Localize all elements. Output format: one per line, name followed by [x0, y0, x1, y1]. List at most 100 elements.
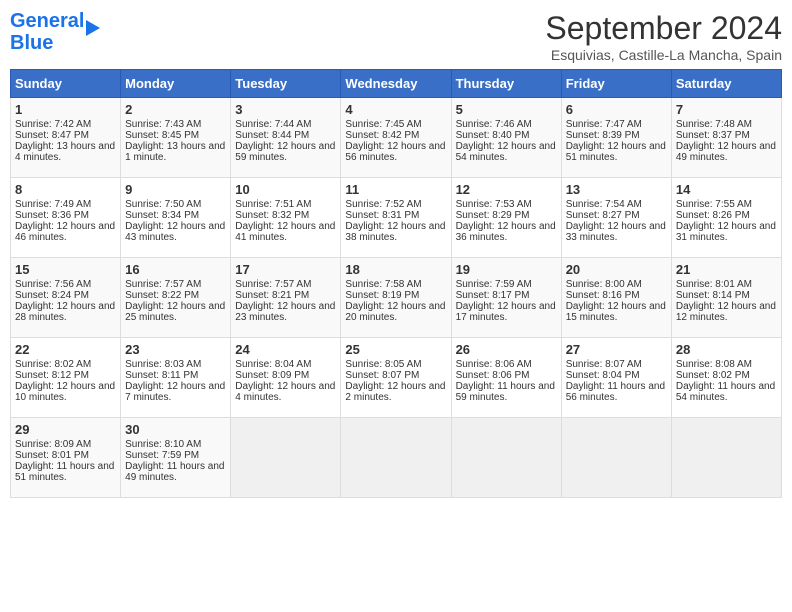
- daylight-label: Daylight: 12 hours and 56 minutes.: [345, 141, 445, 163]
- daylight-label: Daylight: 13 hours and 1 minute.: [125, 141, 225, 163]
- header-row: Sunday Monday Tuesday Wednesday Thursday…: [11, 70, 782, 98]
- sunrise-label: Sunrise: 7:52 AM: [345, 199, 421, 210]
- daylight-label: Daylight: 12 hours and 41 minutes.: [235, 221, 335, 243]
- calendar-cell: 12 Sunrise: 7:53 AM Sunset: 8:29 PM Dayl…: [451, 178, 561, 258]
- daylight-label: Daylight: 12 hours and 59 minutes.: [235, 141, 335, 163]
- sunset-label: Sunset: 8:42 PM: [345, 130, 419, 141]
- sunset-label: Sunset: 8:22 PM: [125, 290, 199, 301]
- sunrise-label: Sunrise: 7:49 AM: [15, 199, 91, 210]
- day-number: 25: [345, 342, 446, 357]
- day-number: 29: [15, 422, 116, 437]
- sunrise-label: Sunrise: 7:53 AM: [456, 199, 532, 210]
- day-number: 13: [566, 182, 667, 197]
- logo: GeneralBlue: [10, 10, 100, 54]
- daylight-label: Daylight: 12 hours and 15 minutes.: [566, 301, 666, 323]
- sunset-label: Sunset: 8:27 PM: [566, 210, 640, 221]
- daylight-label: Daylight: 12 hours and 25 minutes.: [125, 301, 225, 323]
- location-subtitle: Esquivias, Castille-La Mancha, Spain: [545, 47, 782, 63]
- daylight-label: Daylight: 12 hours and 49 minutes.: [676, 141, 776, 163]
- day-number: 12: [456, 182, 557, 197]
- sunrise-label: Sunrise: 7:42 AM: [15, 119, 91, 130]
- month-title: September 2024: [545, 10, 782, 47]
- sunset-label: Sunset: 8:07 PM: [345, 370, 419, 381]
- th-saturday: Saturday: [671, 70, 781, 98]
- sunset-label: Sunset: 8:09 PM: [235, 370, 309, 381]
- th-thursday: Thursday: [451, 70, 561, 98]
- calendar-cell: 13 Sunrise: 7:54 AM Sunset: 8:27 PM Dayl…: [561, 178, 671, 258]
- sunrise-label: Sunrise: 7:44 AM: [235, 119, 311, 130]
- sunrise-label: Sunrise: 7:51 AM: [235, 199, 311, 210]
- sunset-label: Sunset: 8:06 PM: [456, 370, 530, 381]
- day-number: 11: [345, 182, 446, 197]
- sunrise-label: Sunrise: 7:54 AM: [566, 199, 642, 210]
- day-number: 22: [15, 342, 116, 357]
- sunset-label: Sunset: 8:02 PM: [676, 370, 750, 381]
- calendar-cell: 20 Sunrise: 8:00 AM Sunset: 8:16 PM Dayl…: [561, 258, 671, 338]
- sunrise-label: Sunrise: 8:02 AM: [15, 359, 91, 370]
- day-number: 20: [566, 262, 667, 277]
- day-number: 30: [125, 422, 226, 437]
- calendar-cell: 23 Sunrise: 8:03 AM Sunset: 8:11 PM Dayl…: [121, 338, 231, 418]
- sunset-label: Sunset: 8:01 PM: [15, 450, 89, 461]
- calendar-cell: 22 Sunrise: 8:02 AM Sunset: 8:12 PM Dayl…: [11, 338, 121, 418]
- day-number: 26: [456, 342, 557, 357]
- sunset-label: Sunset: 8:32 PM: [235, 210, 309, 221]
- day-number: 5: [456, 102, 557, 117]
- daylight-label: Daylight: 12 hours and 4 minutes.: [235, 381, 335, 403]
- day-number: 10: [235, 182, 336, 197]
- calendar-cell: 27 Sunrise: 8:07 AM Sunset: 8:04 PM Dayl…: [561, 338, 671, 418]
- calendar-cell: 3 Sunrise: 7:44 AM Sunset: 8:44 PM Dayli…: [231, 98, 341, 178]
- th-tuesday: Tuesday: [231, 70, 341, 98]
- calendar-body: 1 Sunrise: 7:42 AM Sunset: 8:47 PM Dayli…: [11, 98, 782, 498]
- daylight-label: Daylight: 11 hours and 56 minutes.: [566, 381, 665, 403]
- sunset-label: Sunset: 8:40 PM: [456, 130, 530, 141]
- sunset-label: Sunset: 8:45 PM: [125, 130, 199, 141]
- daylight-label: Daylight: 12 hours and 33 minutes.: [566, 221, 666, 243]
- calendar-cell: 16 Sunrise: 7:57 AM Sunset: 8:22 PM Dayl…: [121, 258, 231, 338]
- day-number: 2: [125, 102, 226, 117]
- sunrise-label: Sunrise: 7:57 AM: [235, 279, 311, 290]
- sunrise-label: Sunrise: 8:00 AM: [566, 279, 642, 290]
- calendar-week-5: 29 Sunrise: 8:09 AM Sunset: 8:01 PM Dayl…: [11, 418, 782, 498]
- calendar-cell: 6 Sunrise: 7:47 AM Sunset: 8:39 PM Dayli…: [561, 98, 671, 178]
- daylight-label: Daylight: 12 hours and 2 minutes.: [345, 381, 445, 403]
- calendar-cell: 28 Sunrise: 8:08 AM Sunset: 8:02 PM Dayl…: [671, 338, 781, 418]
- day-number: 17: [235, 262, 336, 277]
- daylight-label: Daylight: 12 hours and 46 minutes.: [15, 221, 115, 243]
- sunrise-label: Sunrise: 7:46 AM: [456, 119, 532, 130]
- day-number: 9: [125, 182, 226, 197]
- calendar-cell: 25 Sunrise: 8:05 AM Sunset: 8:07 PM Dayl…: [341, 338, 451, 418]
- day-number: 18: [345, 262, 446, 277]
- sunrise-label: Sunrise: 7:45 AM: [345, 119, 421, 130]
- daylight-label: Daylight: 11 hours and 49 minutes.: [125, 461, 224, 483]
- sunrise-label: Sunrise: 8:04 AM: [235, 359, 311, 370]
- sunrise-label: Sunrise: 8:09 AM: [15, 439, 91, 450]
- daylight-label: Daylight: 12 hours and 54 minutes.: [456, 141, 556, 163]
- th-friday: Friday: [561, 70, 671, 98]
- calendar-cell: [341, 418, 451, 498]
- calendar-cell: 4 Sunrise: 7:45 AM Sunset: 8:42 PM Dayli…: [341, 98, 451, 178]
- sunrise-label: Sunrise: 8:05 AM: [345, 359, 421, 370]
- calendar-cell: 9 Sunrise: 7:50 AM Sunset: 8:34 PM Dayli…: [121, 178, 231, 258]
- day-number: 16: [125, 262, 226, 277]
- title-block: September 2024 Esquivias, Castille-La Ma…: [545, 10, 782, 63]
- calendar-cell: [451, 418, 561, 498]
- sunrise-label: Sunrise: 7:56 AM: [15, 279, 91, 290]
- calendar-week-1: 1 Sunrise: 7:42 AM Sunset: 8:47 PM Dayli…: [11, 98, 782, 178]
- sunset-label: Sunset: 8:36 PM: [15, 210, 89, 221]
- sunrise-label: Sunrise: 7:59 AM: [456, 279, 532, 290]
- sunset-label: Sunset: 8:47 PM: [15, 130, 89, 141]
- day-number: 19: [456, 262, 557, 277]
- sunset-label: Sunset: 7:59 PM: [125, 450, 199, 461]
- sunrise-label: Sunrise: 7:57 AM: [125, 279, 201, 290]
- daylight-label: Daylight: 11 hours and 59 minutes.: [456, 381, 555, 403]
- sunset-label: Sunset: 8:16 PM: [566, 290, 640, 301]
- daylight-label: Daylight: 11 hours and 51 minutes.: [15, 461, 114, 483]
- daylight-label: Daylight: 12 hours and 12 minutes.: [676, 301, 776, 323]
- calendar-week-3: 15 Sunrise: 7:56 AM Sunset: 8:24 PM Dayl…: [11, 258, 782, 338]
- daylight-label: Daylight: 12 hours and 38 minutes.: [345, 221, 445, 243]
- day-number: 7: [676, 102, 777, 117]
- th-wednesday: Wednesday: [341, 70, 451, 98]
- sunrise-label: Sunrise: 7:47 AM: [566, 119, 642, 130]
- day-number: 24: [235, 342, 336, 357]
